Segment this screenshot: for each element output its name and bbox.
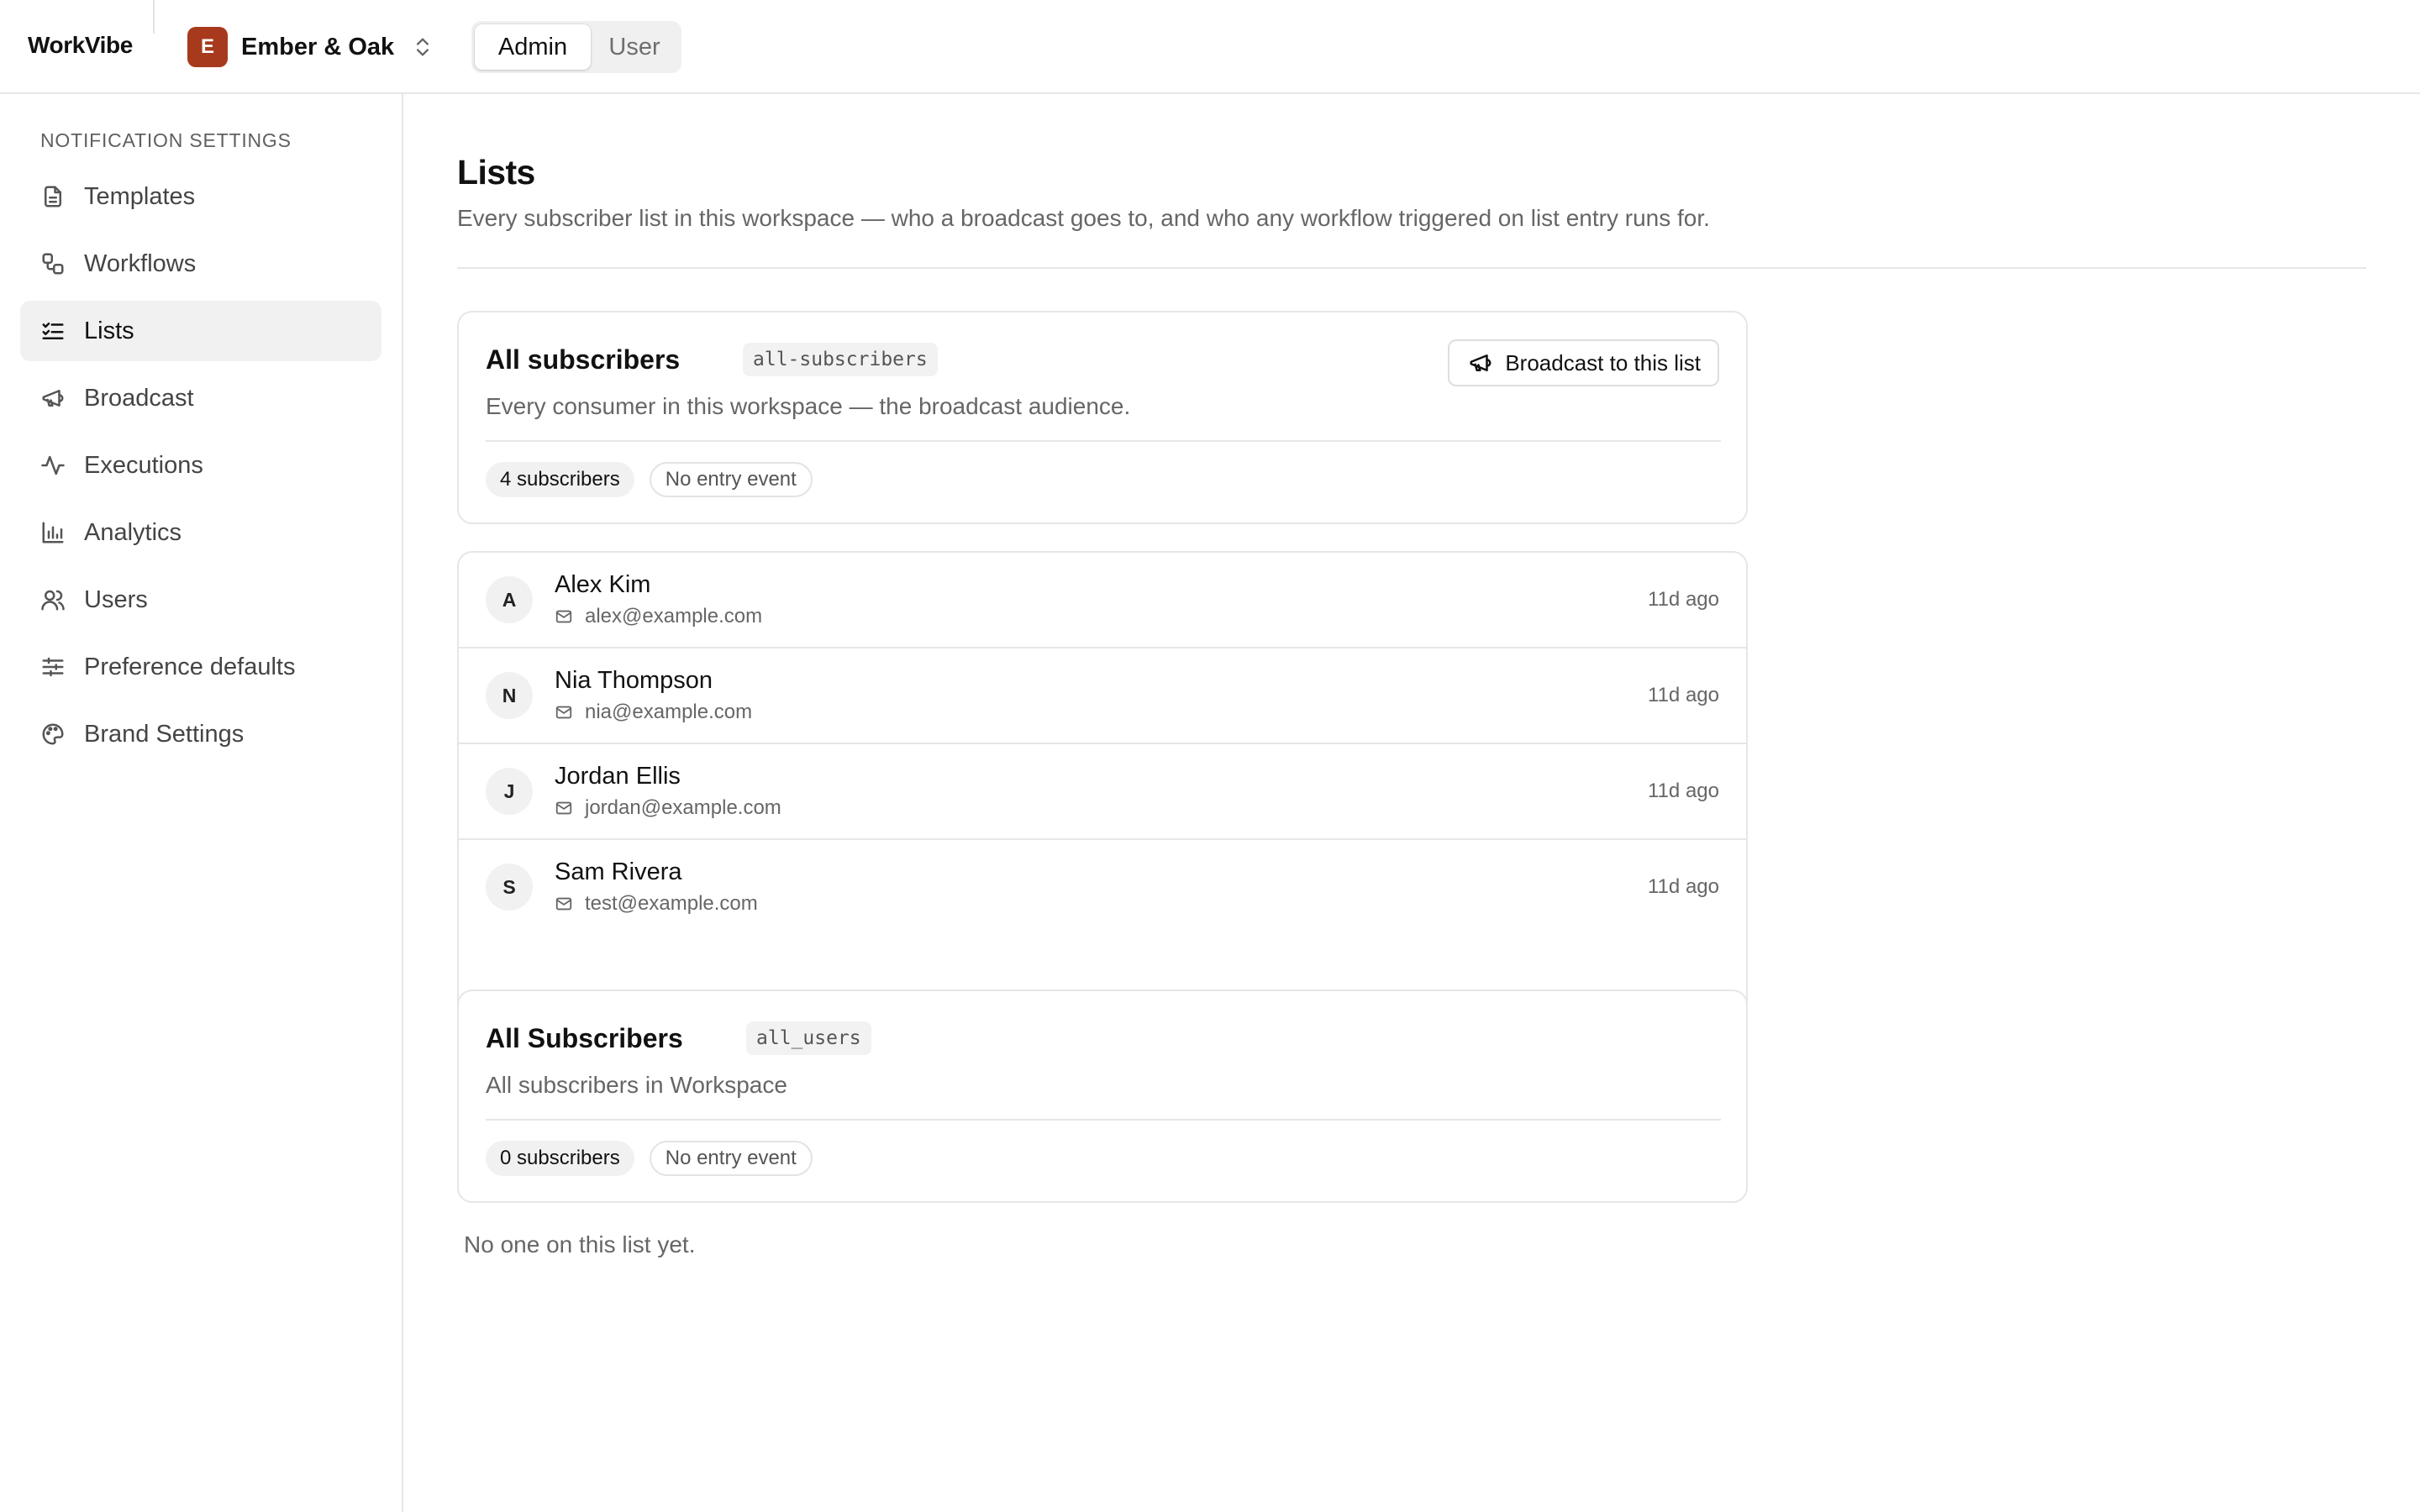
sidebar: Notification Settings Templates Workflow… bbox=[0, 94, 403, 1512]
avatar: A bbox=[486, 576, 533, 623]
card-divider bbox=[486, 440, 1721, 442]
sidebar-item-label: Workflows bbox=[84, 249, 197, 277]
sidebar-item-preference-defaults[interactable]: Preference defaults bbox=[20, 637, 381, 697]
subscriber-row[interactable]: A Alex Kim alex@example.com 11d ago bbox=[459, 553, 1746, 648]
sidebar-heading: Notification Settings bbox=[40, 129, 292, 151]
card-divider bbox=[486, 1119, 1721, 1121]
role-user-button[interactable]: User bbox=[591, 24, 678, 70]
mail-icon bbox=[555, 610, 572, 623]
workspace-avatar: E bbox=[187, 27, 228, 67]
activity-icon bbox=[40, 453, 66, 478]
sidebar-nav: Templates Workflows Lists Broadcast Exec… bbox=[20, 166, 381, 771]
subscriber-row[interactable]: S Sam Rivera test@example.com 11d ago bbox=[459, 840, 1746, 936]
list-card: All subscribers all-subscribers Broadcas… bbox=[457, 311, 1748, 524]
subscriber-name: Nia Thompson bbox=[555, 667, 713, 694]
page-title: Lists bbox=[457, 153, 535, 192]
sidebar-item-label: Preference defaults bbox=[84, 653, 296, 680]
subscriber-count-badge: 0 subscribers bbox=[486, 1141, 634, 1176]
avatar: J bbox=[486, 768, 533, 815]
sidebar-item-lists[interactable]: Lists bbox=[20, 301, 381, 361]
top-bar: WorkVibe E Ember & Oak Admin User bbox=[0, 0, 2420, 94]
subscriber-time: 11d ago bbox=[1648, 780, 1719, 802]
sidebar-item-label: Analytics bbox=[84, 518, 182, 546]
empty-list-message: No one on this list yet. bbox=[464, 1231, 696, 1257]
sidebar-item-workflows[interactable]: Workflows bbox=[20, 234, 381, 294]
entry-event-badge: No entry event bbox=[649, 462, 813, 497]
avatar: N bbox=[486, 672, 533, 719]
subscriber-email-text: jordan@example.com bbox=[585, 796, 781, 819]
subscriber-time: 11d ago bbox=[1648, 684, 1719, 706]
sidebar-item-brand-settings[interactable]: Brand Settings bbox=[20, 704, 381, 764]
workspace-name: Ember & Oak bbox=[241, 33, 395, 60]
list-name: All subscribers bbox=[486, 344, 681, 375]
sidebar-item-label: Broadcast bbox=[84, 384, 194, 412]
subscriber-time: 11d ago bbox=[1648, 875, 1719, 898]
sidebar-item-executions[interactable]: Executions bbox=[20, 435, 381, 496]
subscriber-email: jordan@example.com bbox=[555, 796, 781, 820]
palette-icon bbox=[40, 722, 66, 747]
avatar: S bbox=[486, 864, 533, 911]
subscriber-row[interactable]: J Jordan Ellis jordan@example.com 11d ag… bbox=[459, 744, 1746, 840]
subscriber-name: Sam Rivera bbox=[555, 858, 682, 885]
bar-chart-icon bbox=[40, 520, 66, 545]
megaphone-icon bbox=[40, 386, 66, 411]
subscriber-email-text: alex@example.com bbox=[585, 605, 763, 627]
list-description: All subscribers in Workspace bbox=[486, 1072, 787, 1098]
page-divider bbox=[457, 267, 2366, 269]
file-text-icon bbox=[40, 184, 66, 209]
list-badges: 0 subscribers No entry event bbox=[486, 1141, 813, 1176]
list-badges: 4 subscribers No entry event bbox=[486, 462, 813, 497]
sidebar-item-label: Executions bbox=[84, 451, 203, 479]
subscriber-email: nia@example.com bbox=[555, 701, 752, 724]
sidebar-item-analytics[interactable]: Analytics bbox=[20, 502, 381, 563]
subscriber-email-text: test@example.com bbox=[585, 892, 758, 915]
app-brand: WorkVibe bbox=[28, 32, 133, 58]
entry-event-badge: No entry event bbox=[649, 1141, 813, 1176]
megaphone-icon bbox=[1470, 354, 1491, 371]
main-content: Lists Every subscriber list in this work… bbox=[405, 94, 2420, 1512]
role-admin-button[interactable]: Admin bbox=[475, 24, 591, 70]
subscriber-count-badge: 4 subscribers bbox=[486, 462, 634, 497]
list-key: all_users bbox=[746, 1021, 871, 1055]
subscriber-name: Jordan Ellis bbox=[555, 763, 681, 790]
role-toggle: Admin User bbox=[471, 21, 681, 73]
mail-icon bbox=[555, 706, 572, 719]
subscriber-email: alex@example.com bbox=[555, 605, 762, 628]
sidebar-item-users[interactable]: Users bbox=[20, 570, 381, 630]
broadcast-button-label: Broadcast to this list bbox=[1505, 349, 1701, 375]
list-key: all-subscribers bbox=[743, 343, 938, 376]
workflow-icon bbox=[40, 251, 66, 276]
subscriber-list: A Alex Kim alex@example.com 11d ago N Ni… bbox=[457, 551, 1748, 1032]
mail-icon bbox=[555, 801, 572, 815]
sidebar-item-label: Lists bbox=[84, 317, 134, 344]
subscriber-name: Alex Kim bbox=[555, 571, 651, 598]
sidebar-item-label: Users bbox=[84, 585, 148, 613]
subscriber-time: 11d ago bbox=[1648, 588, 1719, 611]
page-subtitle: Every subscriber list in this workspace … bbox=[457, 205, 1710, 231]
workspace-switcher[interactable]: E Ember & Oak bbox=[187, 26, 434, 68]
subscriber-row[interactable]: N Nia Thompson nia@example.com 11d ago bbox=[459, 648, 1746, 744]
chevron-up-down-icon bbox=[417, 38, 429, 56]
list-description: Every consumer in this workspace — the b… bbox=[486, 393, 1131, 419]
list-checks-icon bbox=[40, 318, 66, 344]
subscriber-email-text: nia@example.com bbox=[585, 701, 753, 723]
sidebar-item-templates[interactable]: Templates bbox=[20, 166, 381, 227]
users-icon bbox=[40, 587, 66, 612]
mail-icon bbox=[555, 897, 572, 911]
list-name: All Subscribers bbox=[486, 1023, 683, 1053]
list-card: All Subscribers all_users All subscriber… bbox=[457, 990, 1748, 1203]
sidebar-item-label: Brand Settings bbox=[84, 720, 245, 748]
sidebar-item-broadcast[interactable]: Broadcast bbox=[20, 368, 381, 428]
topbar-divider bbox=[153, 0, 155, 34]
broadcast-to-list-button[interactable]: Broadcast to this list bbox=[1448, 339, 1719, 386]
sidebar-item-label: Templates bbox=[84, 182, 196, 210]
sliders-icon bbox=[40, 654, 66, 680]
subscriber-email: test@example.com bbox=[555, 892, 758, 916]
